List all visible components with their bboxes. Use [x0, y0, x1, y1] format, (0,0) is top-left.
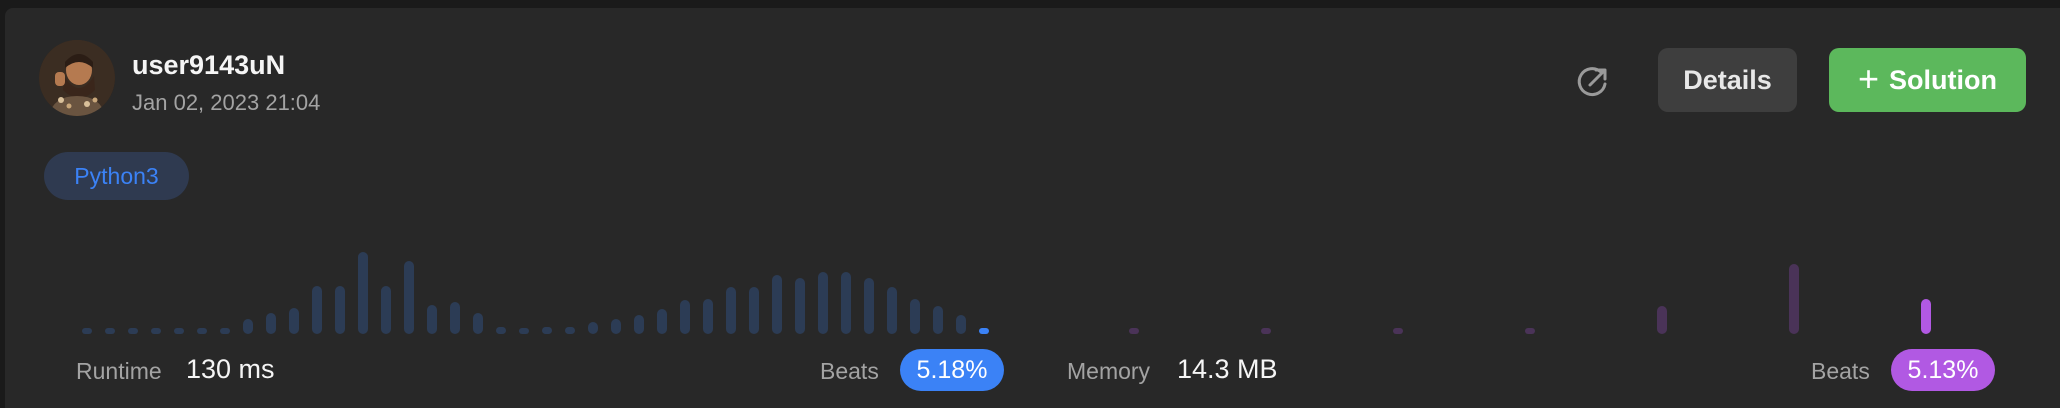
runtime-bar[interactable]: [358, 252, 368, 334]
runtime-bar[interactable]: [680, 300, 690, 334]
runtime-bar[interactable]: [657, 309, 667, 334]
runtime-bar[interactable]: [82, 328, 92, 334]
runtime-label: Runtime: [76, 358, 162, 384]
username[interactable]: user9143uN: [132, 50, 285, 81]
memory-bar[interactable]: [1789, 264, 1799, 334]
avatar-image: [39, 40, 115, 116]
submission-timestamp: Jan 02, 2023 21:04: [132, 90, 321, 115]
runtime-bar[interactable]: [703, 299, 713, 334]
runtime-bar[interactable]: [611, 319, 621, 334]
runtime-bar[interactable]: [565, 327, 575, 334]
runtime-bar[interactable]: [588, 322, 598, 334]
runtime-bar[interactable]: [634, 315, 644, 334]
runtime-beats-badge: 5.18%: [900, 349, 1004, 391]
runtime-bar[interactable]: [151, 328, 161, 334]
runtime-bar[interactable]: [197, 328, 207, 334]
runtime-bar[interactable]: [404, 261, 414, 334]
runtime-value: 130 ms: [186, 354, 275, 384]
memory-bar[interactable]: [1393, 328, 1403, 334]
runtime-bar[interactable]: [910, 299, 920, 334]
runtime-bar[interactable]: [726, 287, 736, 334]
runtime-bar[interactable]: [979, 328, 989, 334]
memory-bar[interactable]: [1129, 328, 1139, 334]
runtime-bar[interactable]: [795, 278, 805, 334]
runtime-bar[interactable]: [864, 278, 874, 334]
runtime-bar[interactable]: [887, 287, 897, 334]
distribution-chart: [0, 240, 2060, 334]
share-button[interactable]: [1573, 62, 1613, 102]
runtime-beats-label: Beats: [820, 358, 879, 384]
details-button[interactable]: Details: [1658, 48, 1797, 112]
runtime-bar[interactable]: [243, 319, 253, 334]
avatar[interactable]: [39, 40, 115, 116]
runtime-bar[interactable]: [427, 305, 437, 334]
runtime-bar[interactable]: [266, 313, 276, 334]
language-badge: Python3: [44, 152, 189, 200]
runtime-bar[interactable]: [519, 328, 529, 334]
memory-value: 14.3 MB: [1177, 354, 1278, 384]
memory-bar[interactable]: [1525, 328, 1535, 334]
runtime-bar[interactable]: [105, 328, 115, 334]
runtime-bar[interactable]: [312, 286, 322, 334]
runtime-bar[interactable]: [749, 287, 759, 334]
runtime-bar[interactable]: [956, 315, 966, 334]
memory-bar[interactable]: [1657, 306, 1667, 334]
memory-bar[interactable]: [1921, 299, 1931, 334]
runtime-bar[interactable]: [220, 328, 230, 334]
runtime-bar[interactable]: [128, 328, 138, 334]
runtime-bar[interactable]: [496, 327, 506, 334]
runtime-bar[interactable]: [933, 306, 943, 334]
runtime-bar[interactable]: [174, 328, 184, 334]
share-icon: [1577, 67, 1607, 97]
memory-beats-label: Beats: [1811, 358, 1870, 384]
runtime-bar[interactable]: [818, 272, 828, 334]
runtime-bar[interactable]: [542, 327, 552, 334]
runtime-bar[interactable]: [335, 286, 345, 334]
runtime-bar[interactable]: [473, 313, 483, 334]
runtime-bar[interactable]: [772, 275, 782, 334]
memory-beats-badge: 5.13%: [1891, 349, 1995, 391]
runtime-bar[interactable]: [450, 302, 460, 334]
memory-label: Memory: [1067, 358, 1151, 384]
runtime-bar[interactable]: [289, 308, 299, 334]
runtime-bar[interactable]: [381, 286, 391, 334]
add-solution-button[interactable]: + Solution: [1829, 48, 2026, 112]
plus-icon: +: [1857, 57, 1880, 99]
solution-button-label: Solution: [1889, 64, 1997, 95]
runtime-bar[interactable]: [841, 272, 851, 334]
memory-bar[interactable]: [1261, 328, 1271, 334]
